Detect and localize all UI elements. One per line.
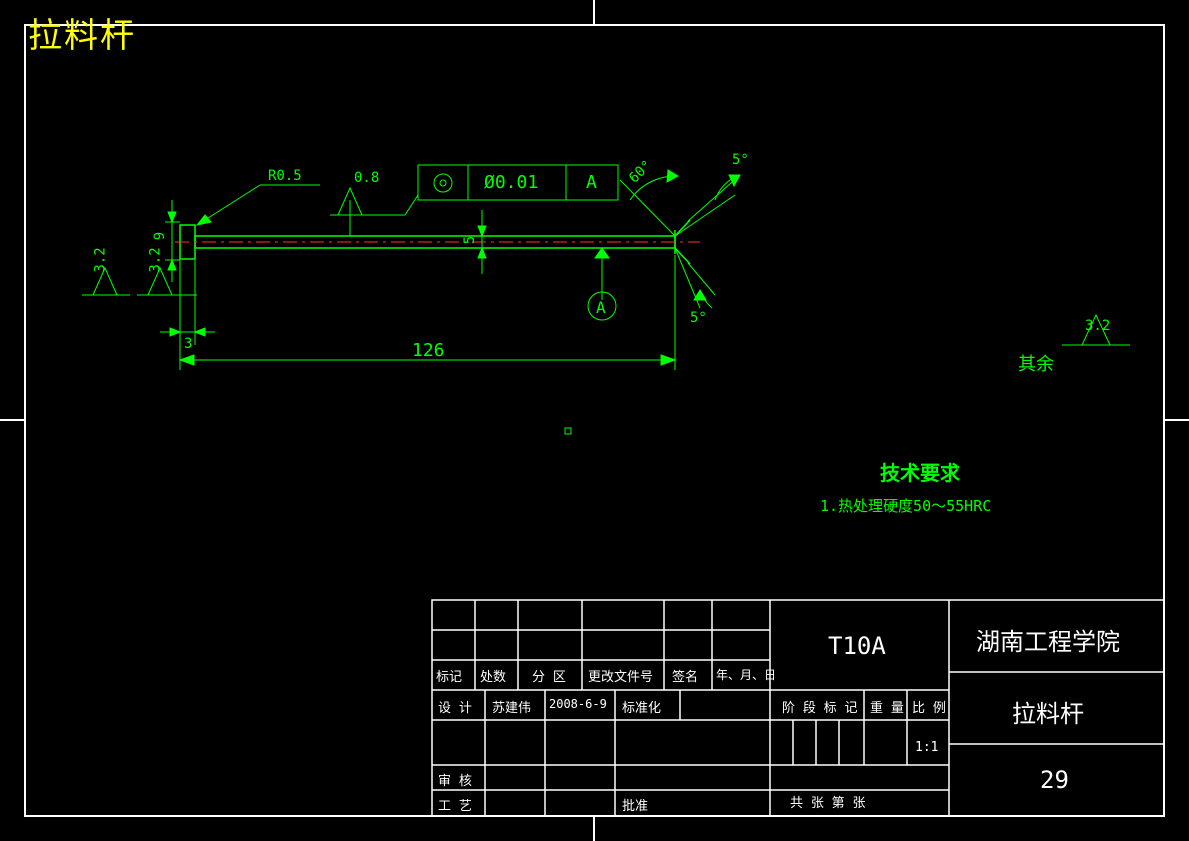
tb-sign: 签名 [672,666,698,685]
dim-3: 3 [184,336,192,352]
surf-32-right: 3.2 [148,247,164,272]
tb-school: 湖南工程学院 [976,622,1120,657]
tb-review: 审 核 [438,770,472,789]
tb-std: 标准化 [622,697,661,716]
surf-other-label: 其余 [1018,350,1054,376]
dim-5: 5 [462,236,478,244]
page-title: 拉料杆 [28,8,136,57]
dim-126: 126 [412,340,445,361]
fcf-tolerance: Ø0.01 [484,172,538,193]
tb-weight: 重 量 [870,697,904,716]
tech-req-title: 技术要求 [880,457,960,486]
dim-surface-08: 0.8 [354,170,379,186]
tb-zone: 分 区 [532,666,566,685]
tb-process: 工 艺 [438,795,472,814]
dim-r05: R0.5 [268,168,302,184]
tech-req-1: 1.热处理硬度50～55HRC [820,495,991,516]
surf-32-left: 3.2 [93,247,109,272]
tb-design: 设 计 [438,697,472,716]
tb-date: 年、月、日 [716,666,776,683]
datum-a-bubble: A [596,298,606,317]
tb-partname: 拉料杆 [1012,694,1084,729]
tb-mark: 标记 [436,666,462,685]
surf-other-value: 3.2 [1085,318,1110,334]
fcf-datum: A [586,172,597,193]
drawing-canvas [0,0,1189,841]
tb-designer: 苏建伟 [492,697,531,716]
tb-stage: 阶 段 标 记 [782,697,857,716]
tb-approve: 批准 [622,795,648,814]
tb-count: 处数 [480,666,506,685]
tb-sheets: 共 张 第 张 [790,792,865,811]
dim-5deg-top: 5° [732,152,749,168]
dim-5deg-bot: 5° [690,310,707,326]
tb-scale: 比 例 [912,697,946,716]
tb-docno: 更改文件号 [588,666,653,685]
tb-partno: 29 [1040,766,1069,794]
tb-scale-value: 1:1 [915,740,938,755]
dim-9: 9 [152,232,168,240]
tb-design-date: 2008-6-9 [549,697,607,711]
tb-material: T10A [828,632,886,660]
